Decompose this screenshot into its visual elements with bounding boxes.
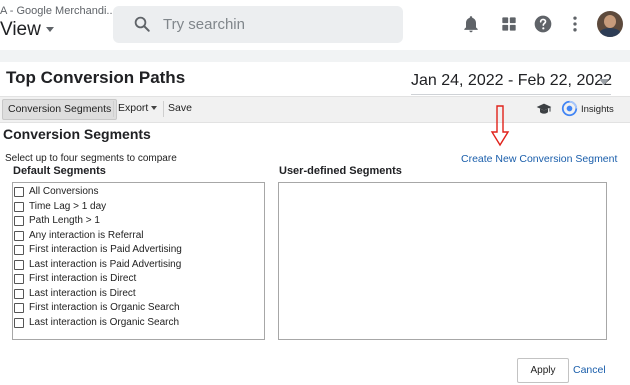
segment-checkbox[interactable] (14, 303, 24, 313)
export-button[interactable]: Export (118, 99, 158, 118)
segment-checkbox[interactable] (14, 259, 24, 270)
segment-label: Path Length > 1 (29, 215, 100, 226)
toolbar-divider (163, 101, 164, 117)
segment-label: All Conversions (29, 186, 99, 197)
view-selector[interactable]: View (0, 19, 54, 41)
default-segments-heading: Default Segments (13, 165, 106, 177)
cancel-link[interactable]: Cancel (573, 364, 606, 376)
help-icon[interactable] (533, 14, 553, 34)
insights-label[interactable]: Insights (581, 104, 614, 115)
avatar-face (604, 15, 616, 28)
chevron-down-icon (45, 27, 54, 33)
date-range-underline (411, 94, 611, 95)
apply-button[interactable]: Apply (517, 358, 569, 383)
segment-checkbox[interactable] (14, 288, 24, 299)
segment-label: Last interaction is Paid Advertising (29, 258, 182, 270)
report-title: Top Conversion Paths (6, 68, 186, 87)
segment-label: Last interaction is Organic Search (29, 316, 180, 328)
chevron-down-icon (151, 106, 158, 111)
panel-instructions: Select up to four segments to compare (5, 153, 177, 164)
save-button[interactable]: Save (168, 99, 192, 118)
insights-icon[interactable] (561, 100, 578, 117)
segment-checkbox[interactable] (14, 230, 24, 241)
graduation-cap-icon[interactable] (536, 102, 552, 116)
red-arrow-icon (490, 105, 510, 147)
segment-checkbox[interactable] (14, 274, 24, 284)
avatar-shirt (599, 28, 621, 37)
more-vert-icon[interactable] (565, 14, 585, 34)
date-range-label: Jan 24, 2022 - Feb 22, 2022 (411, 72, 613, 89)
bell-icon[interactable] (461, 14, 481, 34)
account-name[interactable]: A - Google Merchandi... (0, 5, 116, 17)
view-label: View (0, 19, 41, 40)
segment-checkbox[interactable] (14, 201, 24, 212)
conversion-segments-button[interactable]: Conversion Segments (2, 99, 118, 120)
chevron-down-icon (599, 79, 609, 85)
search-box[interactable] (113, 6, 403, 43)
segment-checkbox[interactable] (14, 317, 24, 328)
user-segments-list[interactable] (278, 182, 607, 340)
header-divider (0, 50, 630, 62)
avatar[interactable] (597, 11, 623, 37)
date-range-selector[interactable]: Jan 24, 2022 - Feb 22, 2022 (411, 72, 612, 90)
segment-label: First interaction is Organic Search (29, 302, 180, 313)
segment-label: Last interaction is Direct (29, 287, 136, 299)
user-segments-heading: User-defined Segments (279, 165, 402, 177)
apps-grid-icon[interactable] (499, 14, 519, 34)
segment-label: First interaction is Direct (29, 273, 137, 284)
top-bar: A - Google Merchandi... View (0, 0, 630, 50)
panel-title: Conversion Segments (3, 126, 151, 142)
segment-label: Time Lag > 1 day (29, 200, 107, 212)
segment-label: Any interaction is Referral (29, 229, 144, 241)
export-label: Export (118, 102, 149, 114)
segment-label: First interaction is Paid Advertising (29, 244, 182, 255)
segment-checkbox[interactable] (14, 187, 24, 197)
segment-checkbox[interactable] (14, 216, 24, 226)
search-icon (134, 16, 150, 32)
search-input[interactable] (163, 14, 383, 34)
segment-checkbox[interactable] (14, 245, 24, 255)
create-segment-link[interactable]: Create New Conversion Segment (461, 153, 617, 165)
default-segments-list: All Conversions Time Lag > 1 day Path Leng… (12, 182, 265, 340)
toolbar-divider (113, 101, 114, 117)
